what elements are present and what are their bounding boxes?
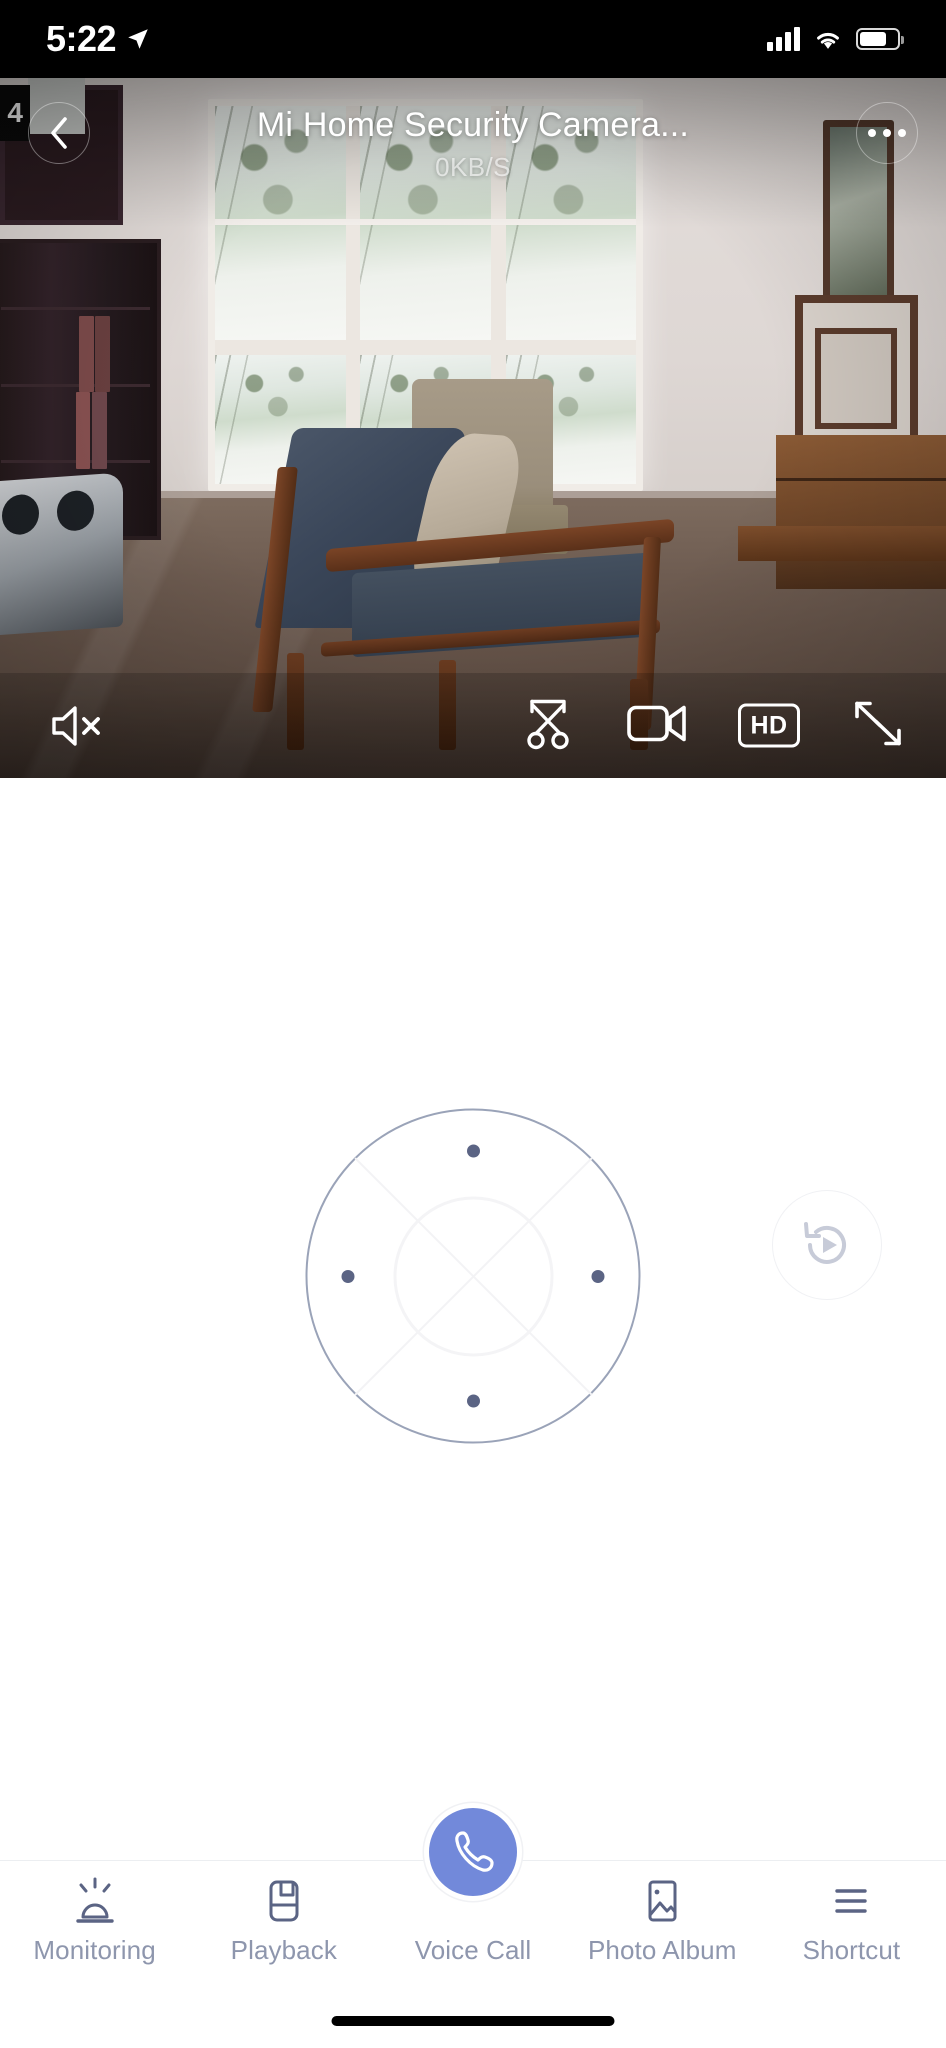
status-bar-right: [767, 27, 904, 51]
tab-label: Voice Call: [414, 1935, 532, 1965]
floppy-disk-icon: [258, 1875, 310, 1927]
rotate-reset-icon: [804, 1222, 846, 1264]
bitrate-label: 0KB/S: [435, 152, 511, 182]
tab-playback[interactable]: Playback: [189, 1861, 378, 1966]
quality-label: HD: [750, 711, 788, 739]
video-toolbar: HD: [0, 673, 946, 778]
app-screen: 5:22 Mi Home Security Camera... 0KB/S HD…: [0, 0, 946, 2048]
mute-button[interactable]: [48, 700, 106, 752]
tab-label: Photo Album: [587, 1935, 737, 1965]
bottom-tab-bar: Monitoring Playback Voice Call Photo Alb…: [0, 1803, 946, 1988]
location-arrow-icon: [128, 29, 148, 49]
scissors-snip-icon: [527, 699, 569, 749]
sideboard: [775, 435, 946, 589]
alarm-siren-icon: [69, 1875, 121, 1927]
cellular-signal-icon: [767, 27, 800, 51]
more-options-icon: [868, 129, 906, 137]
direction-pad[interactable]: [305, 1108, 641, 1444]
phone-call-icon: [455, 1831, 494, 1872]
page-title: Mi Home Security Camera...: [256, 106, 690, 144]
ptz-panel: [0, 778, 946, 1888]
video-toolbar-right: HD: [520, 695, 906, 756]
dpad-up-dot[interactable]: [466, 1144, 480, 1158]
photo-image-icon: [636, 1875, 688, 1927]
status-time: 5:22: [46, 18, 117, 59]
foot-massager: [0, 472, 123, 636]
tab-shortcut[interactable]: Shortcut: [757, 1861, 946, 1966]
dpad-center[interactable]: [393, 1196, 553, 1356]
small-table: [737, 526, 946, 561]
status-bar: 5:22: [0, 0, 946, 78]
speaker-mute-icon: [52, 705, 100, 746]
tab-voice-call[interactable]: Voice Call: [378, 1803, 567, 1966]
voice-call-button[interactable]: [424, 1803, 522, 1901]
tab-label: Playback: [230, 1935, 337, 1965]
home-indicator[interactable]: [331, 2016, 615, 2026]
dpad-down-dot[interactable]: [466, 1394, 480, 1408]
video-header: Mi Home Security Camera... 0KB/S: [0, 78, 946, 198]
fullscreen-button[interactable]: [850, 697, 906, 754]
tab-photo-album[interactable]: Photo Album: [568, 1861, 757, 1966]
video-camera-icon: [627, 705, 686, 741]
tab-monitoring[interactable]: Monitoring: [0, 1861, 189, 1966]
hamburger-menu-icon: [825, 1875, 877, 1927]
tab-label: Shortcut: [802, 1935, 901, 1965]
snapshot-button[interactable]: [520, 695, 576, 756]
wifi-icon: [817, 32, 839, 49]
battery-icon: [856, 28, 904, 50]
camera-live-view[interactable]: 4 Mi Home Security Camera... 0KB/S: [0, 78, 946, 778]
expand-fullscreen-icon: [855, 701, 901, 745]
tab-label: Monitoring: [33, 1935, 156, 1965]
more-options-button[interactable]: [856, 102, 918, 164]
status-bar-left: 5:22: [46, 21, 151, 57]
dpad-right-dot[interactable]: [591, 1269, 605, 1283]
reset-position-button[interactable]: [772, 1190, 882, 1300]
quality-button[interactable]: HD: [738, 703, 800, 748]
record-button[interactable]: [626, 700, 688, 751]
dpad-left-dot[interactable]: [341, 1269, 355, 1283]
